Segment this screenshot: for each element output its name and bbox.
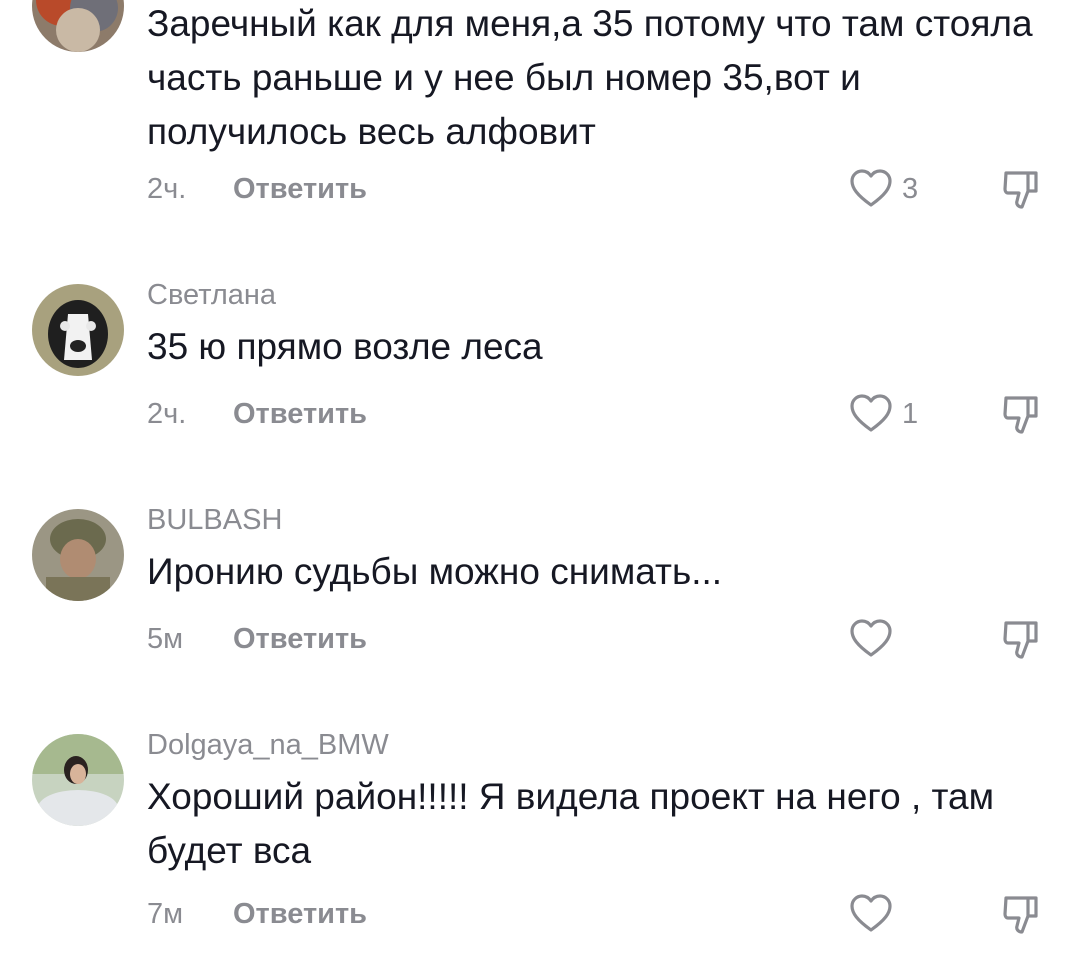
thumbs-down-outline-icon — [1000, 892, 1044, 936]
comment-meta: 7м Ответить — [147, 894, 367, 934]
avatar[interactable] — [32, 0, 124, 52]
comment-time: 5м — [147, 622, 184, 655]
dislike-button[interactable] — [1000, 167, 1044, 211]
comment-meta: 2ч. Ответить — [147, 169, 367, 209]
thumbs-down-outline-icon — [1000, 392, 1044, 436]
comment-text: Заречный как для меня,а 35 потому что та… — [147, 3, 1033, 152]
heart-outline-icon — [850, 619, 892, 659]
reply-button[interactable]: Ответить — [233, 173, 367, 206]
reply-button[interactable]: Ответить — [233, 898, 367, 931]
dislike-button[interactable] — [1000, 392, 1044, 436]
heart-outline-icon — [850, 169, 892, 209]
comment-time: 2ч. — [147, 172, 187, 205]
comment-text: 35 ю прямо возле леса — [147, 326, 543, 367]
dislike-button[interactable] — [1000, 892, 1044, 936]
comment-meta: 5м Ответить — [147, 619, 367, 659]
like-count: 1 — [902, 397, 919, 430]
comment-text: Хороший район!!!!! Я видела проект на не… — [147, 776, 995, 871]
like-count: 3 — [902, 172, 919, 205]
avatar[interactable] — [32, 509, 124, 601]
heart-outline-icon — [850, 394, 892, 434]
like-button[interactable] — [850, 892, 902, 936]
thumbs-down-outline-icon — [1000, 617, 1044, 661]
comment-meta: 2ч. Ответить — [147, 394, 367, 434]
reply-button[interactable]: Ответить — [233, 398, 367, 431]
dislike-button[interactable] — [1000, 617, 1044, 661]
like-button[interactable]: 3 — [850, 167, 918, 211]
like-button[interactable]: 1 — [850, 392, 918, 436]
username[interactable]: BULBASH — [147, 504, 282, 537]
avatar[interactable] — [32, 284, 124, 376]
comment-time: 2ч. — [147, 397, 187, 430]
username[interactable]: Dolgaya_na_BMW — [147, 729, 389, 762]
username[interactable]: Светлана — [147, 279, 276, 312]
heart-outline-icon — [850, 894, 892, 934]
comments-list: Заречный как для меня,а 35 потому что та… — [0, 0, 1080, 978]
like-button[interactable] — [850, 617, 902, 661]
reply-button[interactable]: Ответить — [233, 623, 367, 656]
avatar[interactable] — [32, 734, 124, 826]
comment-time: 7м — [147, 897, 184, 930]
thumbs-down-outline-icon — [1000, 167, 1044, 211]
comment-text: Иронию судьбы можно снимать... — [147, 551, 723, 592]
